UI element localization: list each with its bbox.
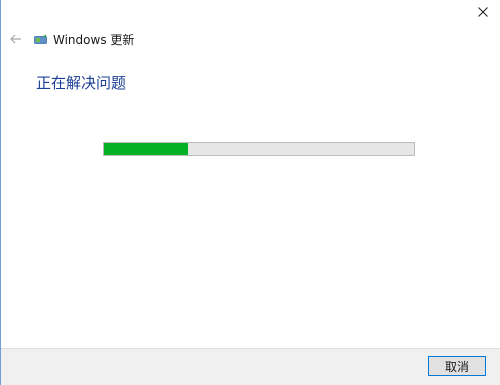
back-arrow-icon <box>10 34 21 44</box>
close-icon <box>478 7 488 17</box>
window-title-text: Windows 更新 <box>53 33 135 47</box>
troubleshooter-window: Windows 更新 正在解决问题 取消 <box>0 0 500 385</box>
progress-bar-fill <box>104 143 188 155</box>
close-button[interactable] <box>466 0 500 24</box>
progress-bar <box>103 142 415 156</box>
status-heading: 正在解决问题 <box>36 74 127 92</box>
footer-bar: 取消 <box>1 348 500 385</box>
cancel-button[interactable]: 取消 <box>428 356 486 376</box>
windows-update-icon <box>34 34 48 46</box>
back-button[interactable] <box>7 30 25 48</box>
window-title: Windows 更新 <box>34 31 134 49</box>
